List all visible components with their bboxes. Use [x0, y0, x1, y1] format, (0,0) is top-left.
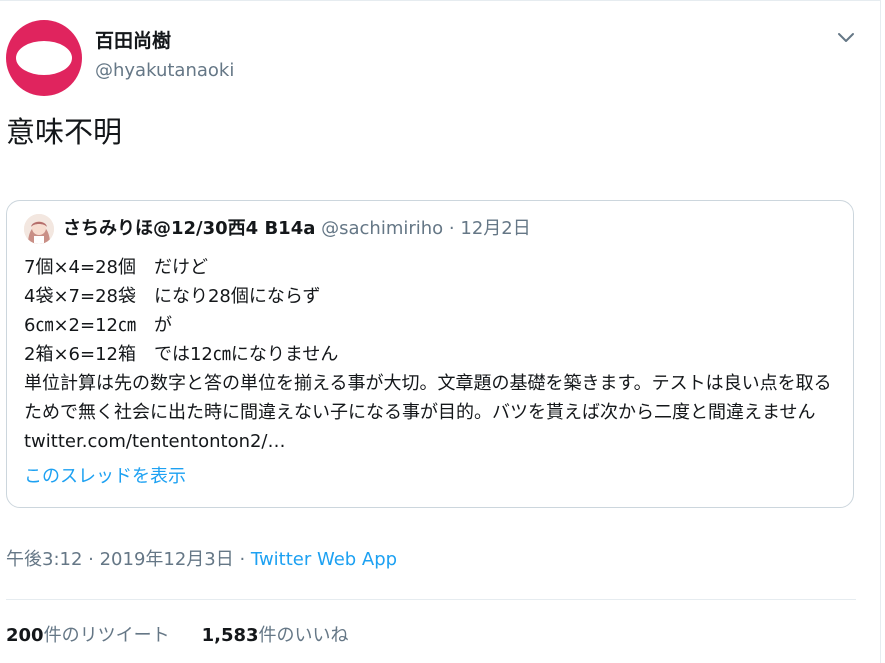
divider — [6, 599, 856, 600]
avatar[interactable] — [6, 20, 82, 96]
quote-line: 6㎝×2=12㎝ が — [24, 315, 172, 336]
quote-line: 4袋×7=28袋 になり28個にならず — [24, 286, 321, 307]
retweets-label: 件のリツイート — [43, 625, 170, 646]
quote-paragraph: 単位計算は先の数字と答の単位を揃える事が大切。文章題の基礎を築きます。テストは良… — [24, 369, 846, 456]
quoted-tweet[interactable]: さちみりほ@12/30西4 B14a @sachimiriho · 12月2日 … — [6, 200, 854, 508]
tweet-stats: 200件のリツイート 1,583件のいいね — [6, 623, 349, 649]
quote-author-name[interactable]: さちみりほ@12/30西4 B14a — [63, 218, 315, 239]
show-thread-link[interactable]: このスレッドを表示 — [24, 464, 186, 490]
tweet-timestamp: 午後3:12 · 2019年12月3日 · Twitter Web App — [6, 547, 397, 573]
tweet-text: 意味不明 — [6, 115, 123, 149]
right-border — [880, 0, 881, 663]
likes-label: 件のいいね — [258, 625, 349, 646]
source-app-link[interactable]: Twitter Web App — [251, 549, 397, 570]
retweets-count: 200 — [6, 625, 44, 646]
chevron-down-icon[interactable] — [833, 24, 859, 50]
quote-avatar[interactable] — [24, 214, 54, 244]
author-handle[interactable]: @hyakutanaoki — [95, 59, 234, 83]
quote-line: 2箱×6=12箱 では12㎝になりません — [24, 344, 339, 365]
quote-line: 7個×4=28個 だけど — [24, 257, 208, 278]
avatar-inner-shape — [16, 41, 72, 75]
likes-stat[interactable]: 1,583件のいいね — [202, 625, 349, 646]
quote-body: 7個×4=28個 だけど 4袋×7=28袋 になり28個にならず 6㎝×2=12… — [24, 253, 846, 456]
quote-date[interactable]: · 12月2日 — [443, 218, 531, 239]
author-name[interactable]: 百田尚樹 — [95, 29, 171, 53]
retweets-stat[interactable]: 200件のリツイート — [6, 625, 170, 646]
quote-author-handle[interactable]: @sachimiriho — [321, 218, 443, 239]
tweet-card: 百田尚樹 @hyakutanaoki 意味不明 さちみりほ@12/30西4 B1… — [0, 0, 885, 663]
top-border — [0, 0, 881, 1]
quote-paragraph-text: 単位計算は先の数字と答の単位を揃える事が大切。文章題の基礎を築きます。テストは良… — [24, 373, 832, 423]
timestamp-text[interactable]: 午後3:12 · 2019年12月3日 · — [6, 549, 251, 570]
quote-header: さちみりほ@12/30西4 B14a @sachimiriho · 12月2日 — [63, 216, 531, 242]
quote-link[interactable]: twitter.com/tententonton2/… — [24, 431, 286, 452]
likes-count: 1,583 — [201, 625, 259, 646]
